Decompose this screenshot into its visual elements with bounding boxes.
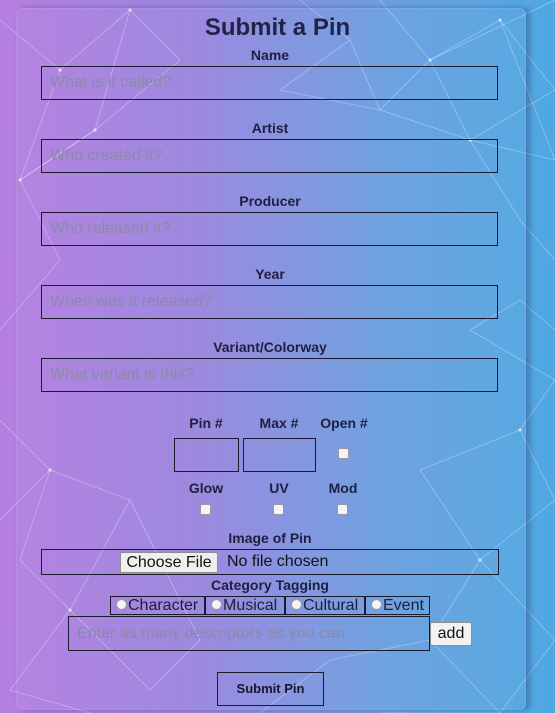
name-input[interactable] [41, 66, 498, 100]
category-option-character[interactable]: Character [110, 596, 205, 615]
open-number-checkbox[interactable] [338, 448, 349, 459]
pin-number-input[interactable] [174, 438, 239, 472]
category-option-event[interactable]: Event [365, 596, 430, 615]
category-label: Category Tagging [211, 577, 329, 593]
name-label: Name [250, 47, 290, 63]
uv-checkbox[interactable] [273, 504, 284, 515]
descriptor-input[interactable] [68, 616, 430, 651]
uv-label: UV [269, 480, 289, 496]
glow-label: Glow [188, 480, 224, 496]
radio-icon[interactable] [211, 598, 222, 610]
mod-checkbox[interactable] [337, 504, 348, 515]
page-title: Submit a Pin [204, 14, 351, 41]
submit-button[interactable]: Submit Pin [217, 672, 324, 706]
variant-label: Variant/Colorway [213, 339, 327, 355]
category-option-musical[interactable]: Musical [205, 596, 285, 615]
open-number-label: Open # [320, 415, 368, 431]
add-button[interactable]: add [430, 622, 472, 646]
image-label: Image of Pin [228, 530, 312, 546]
glow-checkbox[interactable] [200, 504, 211, 515]
choose-file-button[interactable]: Choose File [120, 552, 218, 573]
year-label: Year [255, 266, 285, 282]
variant-input[interactable] [41, 358, 498, 392]
radio-icon[interactable] [371, 598, 382, 610]
max-number-input[interactable] [243, 438, 316, 472]
artist-input[interactable] [41, 139, 498, 173]
image-file-input[interactable]: Choose File No file chosen [41, 549, 499, 575]
radio-icon[interactable] [291, 598, 302, 610]
file-status: No file chosen [227, 553, 329, 570]
artist-label: Artist [251, 120, 289, 136]
pin-number-label: Pin # [189, 415, 223, 431]
mod-label: Mod [328, 480, 358, 496]
producer-label: Producer [239, 193, 301, 209]
producer-input[interactable] [41, 212, 498, 246]
category-option-cultural[interactable]: Cultural [285, 596, 365, 615]
year-input[interactable] [41, 285, 498, 319]
max-number-label: Max # [259, 415, 299, 431]
radio-icon[interactable] [116, 598, 127, 610]
